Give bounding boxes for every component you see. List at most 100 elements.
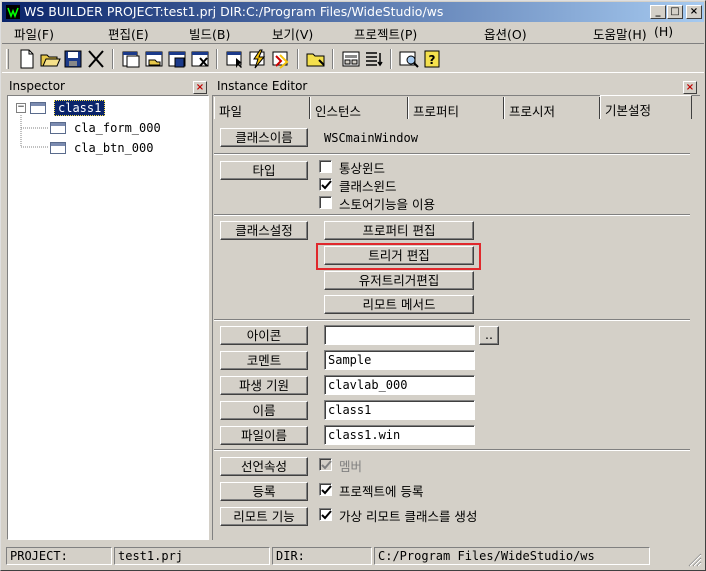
toolbar-grip[interactable]	[6, 49, 9, 69]
tab-procedure[interactable]: 프로시저	[504, 97, 600, 119]
cut-icon[interactable]	[85, 48, 107, 70]
menu-help[interactable]: 도움말(H)	[593, 24, 647, 43]
maximize-button[interactable]: □	[667, 5, 683, 19]
close-button[interactable]: ×	[686, 5, 702, 19]
instance-editor-close-button[interactable]: ×	[683, 81, 697, 94]
window-title: WS BUILDER PROJECT:test1.prj DIR:C:/Prog…	[24, 4, 444, 19]
highlight-annotation	[316, 243, 481, 270]
checkmark-icon	[321, 485, 332, 495]
section-divider	[214, 319, 690, 321]
toolbar-separator	[390, 49, 392, 69]
save-icon[interactable]	[62, 48, 84, 70]
edit-user-triggers-button[interactable]: 유저트리거편집	[324, 271, 474, 290]
folder-icon[interactable]	[305, 48, 327, 70]
inspector-close-button[interactable]: ×	[193, 81, 207, 94]
open-class-icon[interactable]	[143, 48, 165, 70]
filename-field[interactable]: class1.win	[324, 425, 475, 445]
minimize-button[interactable]: _	[650, 5, 666, 19]
derived-origin-field[interactable]: clavlab_000	[324, 375, 475, 395]
status-dir-label: DIR:	[272, 547, 372, 565]
section-divider	[214, 449, 690, 451]
register-project-checkbox[interactable]	[319, 483, 332, 496]
edit-properties-button[interactable]: 프로퍼티 편집	[324, 221, 474, 240]
member-checkbox[interactable]	[319, 458, 332, 471]
select-icon[interactable]	[224, 48, 246, 70]
inspector-title: Inspector	[9, 79, 65, 93]
menu-edit[interactable]: 편집(E)	[108, 24, 149, 43]
status-project-value: test1.prj	[114, 547, 270, 565]
title-bar[interactable]: WS BUILDER PROJECT:test1.prj DIR:C:/Prog…	[2, 2, 704, 22]
inspect-icon[interactable]	[398, 48, 420, 70]
section-divider	[214, 214, 690, 216]
toolbar: ?	[2, 43, 704, 73]
menu-project[interactable]: 프로젝트(P)	[354, 24, 417, 43]
toolbar-separator	[332, 49, 334, 69]
virtual-remote-class-checkbox[interactable]	[319, 508, 332, 521]
dialog-icon[interactable]	[340, 48, 362, 70]
tree-item-cla-btn-000[interactable]: cla_btn_000	[74, 141, 153, 155]
form-icon	[50, 122, 66, 134]
section-divider	[214, 153, 690, 155]
register-button[interactable]: 등록	[220, 482, 308, 501]
tab-property[interactable]: 프로퍼티	[408, 97, 504, 119]
resize-grip-icon[interactable]	[686, 551, 702, 567]
inspector-tree[interactable]: − class1 cla_form_000 cla_btn_000	[7, 95, 209, 540]
class-window-checkbox[interactable]	[319, 178, 332, 191]
instance-editor-title: Instance Editor	[217, 79, 308, 93]
tree-item-class1[interactable]: class1	[54, 100, 106, 116]
normal-window-label: 통상윈드	[339, 161, 386, 176]
toolbar-separator	[297, 49, 299, 69]
name-button[interactable]: 이름	[220, 401, 308, 420]
icon-field[interactable]	[324, 325, 475, 345]
menu-build[interactable]: 빌드(B)	[189, 24, 230, 43]
store-function-label: 스토어기능을 이용	[339, 197, 435, 212]
checkmark-icon	[321, 460, 332, 470]
compile-icon[interactable]	[270, 48, 292, 70]
icon-button[interactable]: 아이콘	[220, 326, 308, 345]
name-field[interactable]: class1	[324, 400, 475, 420]
tab-file[interactable]: 파일	[214, 97, 310, 119]
toolbar-separator	[112, 49, 114, 69]
close-class-icon[interactable]	[189, 48, 211, 70]
status-dir-value: C:/Program Files/WideStudio/ws	[374, 547, 650, 565]
filename-button[interactable]: 파일이름	[220, 426, 308, 445]
derived-origin-button[interactable]: 파생 기원	[220, 376, 308, 395]
build-icon[interactable]	[247, 48, 269, 70]
class-window-label: 클래스윈드	[339, 179, 397, 194]
declaration-attr-button[interactable]: 선언속성	[220, 457, 308, 476]
menu-help-extra[interactable]: (H)	[654, 24, 673, 39]
save-class-icon[interactable]	[166, 48, 188, 70]
icon-browse-button[interactable]: ..	[479, 326, 499, 345]
menu-file[interactable]: 파일(F)	[14, 24, 54, 43]
checkmark-icon	[321, 180, 332, 190]
class-name-button[interactable]: 클래스이름	[220, 128, 308, 147]
member-label: 멤버	[339, 459, 363, 474]
new-file-icon[interactable]	[16, 48, 38, 70]
comment-button[interactable]: 코멘트	[220, 351, 308, 370]
type-button[interactable]: 타입	[220, 161, 308, 180]
comment-field[interactable]: Sample	[324, 350, 475, 370]
register-project-label: 프로젝트에 등록	[339, 484, 424, 499]
tab-basic-settings[interactable]: 기본설정	[600, 95, 692, 119]
help-icon[interactable]: ?	[421, 48, 443, 70]
menu-options[interactable]: 옵션(O)	[484, 24, 527, 43]
menu-view[interactable]: 보기(V)	[272, 24, 313, 43]
class-list-icon[interactable]	[120, 48, 142, 70]
remote-methods-button[interactable]: 리모트 메서드	[324, 295, 474, 314]
app-icon	[6, 5, 20, 19]
status-project-label: PROJECT:	[6, 547, 112, 565]
toolbar-separator	[216, 49, 218, 69]
class-settings-button[interactable]: 클래스설정	[220, 221, 308, 240]
menu-bar: 파일(F) 편집(E) 빌드(B) 보기(V) 프로젝트(P) 옵션(O) 도움…	[2, 22, 704, 42]
list-icon[interactable]	[363, 48, 385, 70]
normal-window-checkbox[interactable]	[319, 160, 332, 173]
tab-instance[interactable]: 인스턴스	[310, 97, 408, 119]
store-function-checkbox[interactable]	[319, 196, 332, 209]
class-name-value: WSCmainWindow	[324, 131, 418, 145]
remote-function-button[interactable]: 리모트 기능	[220, 507, 308, 526]
open-folder-icon[interactable]	[39, 48, 61, 70]
svg-text:?: ?	[429, 53, 436, 67]
tree-item-cla-form-000[interactable]: cla_form_000	[74, 121, 161, 135]
tree-collapse-toggle[interactable]: −	[16, 103, 26, 113]
window-icon	[30, 102, 46, 114]
